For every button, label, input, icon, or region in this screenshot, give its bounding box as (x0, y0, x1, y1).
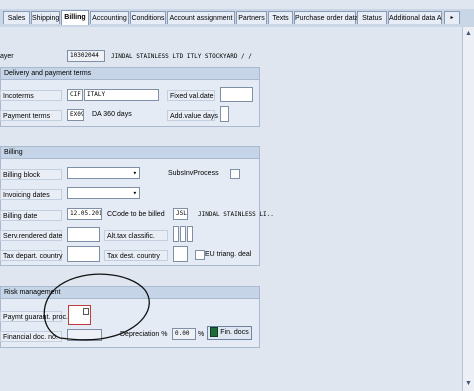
vertical-scrollbar[interactable]: ▲ ▼ (462, 27, 474, 391)
scroll-down-icon[interactable]: ▼ (464, 379, 473, 388)
annotation-ellipse (43, 273, 150, 341)
annotation-ellipse-overlay (43, 273, 150, 341)
scroll-up-icon[interactable]: ▲ (464, 29, 473, 38)
